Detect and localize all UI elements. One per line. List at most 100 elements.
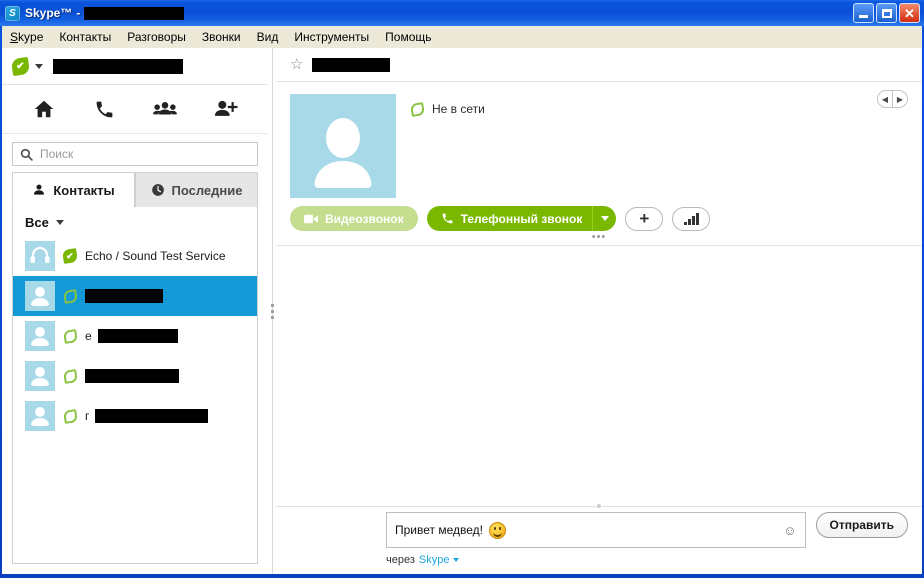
conversation-panel: ☆ Не в сети ◀ ▶ Видеозвонок Телефонный з…	[276, 48, 922, 574]
list-item-name-redaction	[85, 289, 163, 303]
group-icon[interactable]	[150, 94, 180, 124]
menu-skype-mnemonic: S	[10, 30, 19, 44]
send-via-selector[interactable]: через Skype	[276, 548, 922, 566]
list-item[interactable]: г	[13, 396, 257, 436]
home-icon[interactable]	[29, 94, 59, 124]
phone-call-button[interactable]: Телефонный звонок	[426, 206, 593, 231]
compose-resize-handle[interactable]	[276, 500, 922, 512]
maximize-button[interactable]	[876, 3, 897, 23]
sidebar-nav	[2, 85, 268, 134]
window-title-redaction	[84, 6, 185, 20]
prev-button[interactable]: ◀	[878, 91, 892, 107]
signal-bars-icon	[683, 212, 699, 225]
minimize-button[interactable]	[853, 3, 874, 23]
presence-offline-icon	[62, 408, 78, 424]
skype-icon: S	[5, 5, 20, 21]
message-input[interactable]: Привет медвед! ☺	[386, 512, 806, 548]
smiley-face-icon	[489, 521, 506, 539]
list-item[interactable]: ✔ Echo / Sound Test Service	[13, 236, 257, 276]
send-button[interactable]: Отправить	[815, 512, 908, 538]
video-camera-icon	[304, 214, 318, 223]
message-input-value: Привет медвед!	[395, 523, 483, 537]
panel-splitter[interactable]	[268, 48, 276, 574]
window-title: Skype™ -	[25, 6, 185, 20]
next-button[interactable]: ▶	[892, 91, 907, 107]
actions-overflow-handle[interactable]: •••	[276, 232, 922, 243]
headset-avatar	[25, 241, 55, 271]
search-placeholder: Поиск	[40, 147, 74, 161]
menu-calls[interactable]: Звонки	[194, 28, 249, 46]
menu-tools[interactable]: Инструменты	[286, 28, 377, 46]
video-call-button[interactable]: Видеозвонок	[290, 206, 418, 231]
phone-call-label: Телефонный звонок	[460, 211, 583, 226]
window-controls: ✕	[853, 3, 920, 23]
my-display-name-redaction	[53, 58, 183, 74]
menu-skype[interactable]: Skype	[2, 28, 51, 46]
tab-recent[interactable]: Последние	[135, 172, 258, 208]
contact-profile: Не в сети ◀ ▶	[276, 82, 922, 198]
person-avatar	[25, 401, 55, 431]
search-icon	[20, 148, 33, 161]
list-item[interactable]	[13, 356, 257, 396]
minimize-icon	[859, 15, 868, 18]
tab-contacts[interactable]: Контакты	[12, 172, 135, 208]
add-contact-icon[interactable]	[211, 94, 241, 124]
person-icon	[34, 184, 45, 195]
chevron-down-icon	[453, 558, 460, 562]
presence-offline-icon	[62, 328, 78, 344]
window-title-separator: -	[76, 6, 81, 20]
star-icon[interactable]: ☆	[290, 57, 303, 72]
clock-icon	[151, 184, 164, 196]
presence-offline-icon	[62, 368, 78, 384]
contact-group-selector[interactable]: Все	[13, 207, 257, 236]
presence-online-icon[interactable]: ✔	[10, 56, 31, 76]
compose-area: Привет медвед! ☺ Отправить	[276, 512, 922, 548]
conversation-header: ☆	[276, 48, 922, 82]
menu-conversations[interactable]: Разговоры	[119, 28, 194, 46]
presence-offline-icon	[409, 101, 425, 117]
add-participant-button[interactable]: +	[625, 206, 664, 231]
close-icon: ✕	[904, 5, 915, 21]
menu-view[interactable]: Вид	[249, 28, 287, 46]
splitter-grip-icon	[270, 303, 274, 319]
call-actions: Видеозвонок Телефонный звонок +	[276, 198, 922, 231]
list-item-label: Echo / Sound Test Service	[85, 249, 226, 263]
list-item-name-redaction	[95, 409, 209, 423]
my-status-row[interactable]: ✔	[2, 48, 268, 85]
resize-knob-icon	[596, 503, 602, 509]
chevron-down-icon	[600, 216, 609, 221]
menu-help[interactable]: Помощь	[377, 28, 439, 46]
maximize-icon	[881, 8, 892, 18]
presence-online-icon: ✔	[62, 248, 78, 264]
list-item[interactable]: е	[13, 316, 257, 356]
send-via-prefix: через	[386, 554, 415, 566]
tab-recent-label: Последние	[171, 182, 243, 198]
message-history[interactable]	[276, 246, 922, 500]
search-container: Поиск	[2, 134, 268, 172]
status-badge: Не в сети	[409, 101, 908, 117]
list-item[interactable]	[13, 276, 257, 316]
window-app-name: Skype™	[25, 6, 73, 20]
profile-nav: ◀ ▶	[877, 90, 908, 108]
title-bar: S Skype™ - ✕	[0, 0, 924, 26]
person-avatar	[25, 321, 55, 351]
call-quality-button[interactable]	[672, 206, 711, 231]
menu-contacts[interactable]: Контакты	[51, 28, 119, 46]
person-avatar-large[interactable]	[290, 94, 396, 198]
list-item-label: е	[85, 329, 92, 343]
client-area: ✔ Поиск Контакты Последние Все ✔ Echo / …	[2, 48, 922, 574]
menu-bar: Skype Контакты Разговоры Звонки Вид Инст…	[2, 26, 922, 49]
close-button[interactable]: ✕	[899, 3, 920, 23]
list-item-name-redaction	[97, 329, 178, 343]
send-via-service: Skype	[418, 554, 450, 566]
plus-icon: +	[639, 209, 650, 228]
call-options-dropdown[interactable]	[592, 206, 617, 231]
skype-window: S Skype™ - ✕ Skype Контакты Разговоры Зв…	[0, 0, 924, 578]
search-input[interactable]: Поиск	[12, 142, 258, 166]
chevron-down-icon[interactable]	[35, 63, 43, 69]
phone-icon[interactable]	[90, 94, 120, 124]
person-avatar	[25, 361, 55, 391]
emoji-picker-button[interactable]: ☺	[783, 524, 796, 537]
chevron-down-icon[interactable]	[55, 220, 64, 225]
presence-offline-icon	[62, 288, 78, 304]
